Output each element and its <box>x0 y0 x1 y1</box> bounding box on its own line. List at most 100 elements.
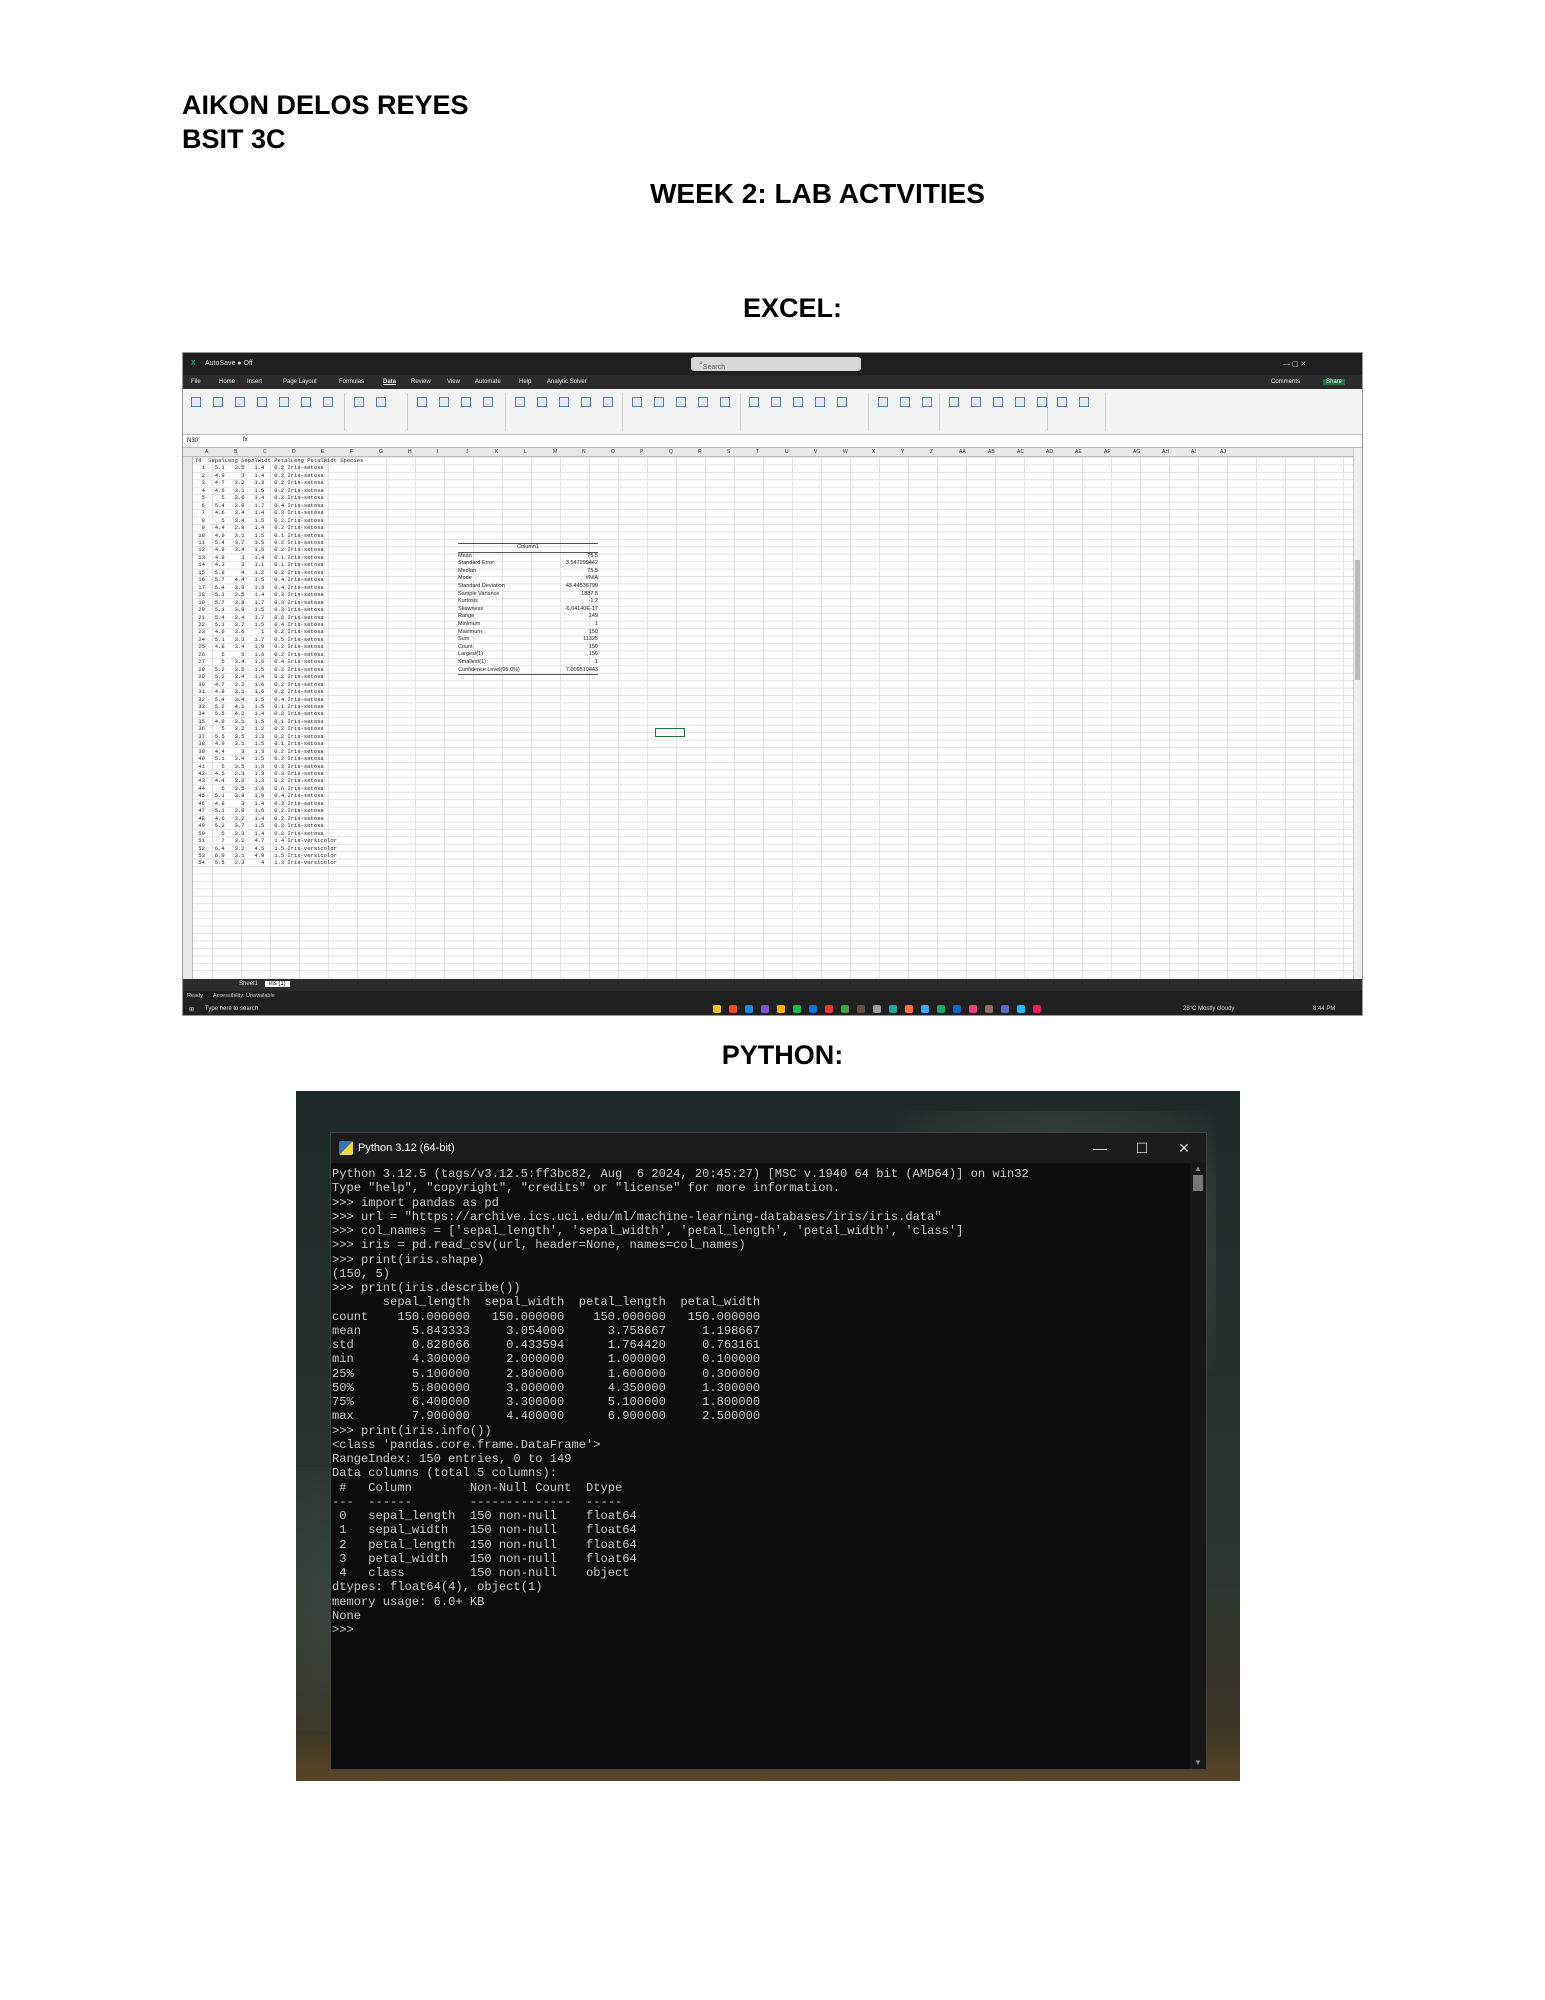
column-header[interactable]: W <box>843 449 848 455</box>
windows-start-icon[interactable]: ⊞ <box>189 1006 194 1013</box>
menu-item-view[interactable]: View <box>447 379 460 385</box>
column-header[interactable]: B <box>234 449 237 455</box>
column-header[interactable]: M <box>553 449 557 455</box>
column-header[interactable]: AG <box>1133 449 1140 455</box>
window-controls[interactable]: — ▢ ✕ <box>1283 360 1306 368</box>
taskbar-app-icon[interactable] <box>953 1005 961 1013</box>
ribbon-command-icon[interactable] <box>949 397 959 407</box>
minimize-button[interactable]: — <box>1080 1136 1120 1160</box>
column-header[interactable]: AA <box>959 449 966 455</box>
column-header[interactable]: D <box>292 449 296 455</box>
menu-item-home[interactable]: Home <box>219 379 235 385</box>
taskbar-app-icon[interactable] <box>761 1005 769 1013</box>
menu-item-file[interactable]: File <box>191 379 201 385</box>
column-header[interactable]: Z <box>930 449 933 455</box>
autosave-toggle[interactable]: AutoSave ● Off <box>205 360 253 367</box>
name-box[interactable]: N30 <box>187 438 198 444</box>
ribbon-command-icon[interactable] <box>603 397 613 407</box>
column-header[interactable]: E <box>321 449 324 455</box>
ribbon-command-icon[interactable] <box>376 397 386 407</box>
column-header[interactable]: I <box>437 449 438 455</box>
ribbon-command-icon[interactable] <box>654 397 664 407</box>
ribbon-command-icon[interactable] <box>559 397 569 407</box>
menu-item-analytic-solver[interactable]: Analytic Solver <box>547 379 587 385</box>
column-header[interactable]: P <box>640 449 643 455</box>
sheet-tab[interactable]: Sheet1 <box>235 981 262 987</box>
column-header[interactable]: AC <box>1017 449 1024 455</box>
column-header[interactable]: K <box>495 449 498 455</box>
menu-item-formulas[interactable]: Formulas <box>339 379 364 385</box>
maximize-button[interactable]: ☐ <box>1122 1136 1162 1160</box>
ribbon-command-icon[interactable] <box>439 397 449 407</box>
comments-button[interactable]: Comments <box>1271 379 1300 385</box>
scroll-thumb[interactable] <box>1355 560 1360 680</box>
taskbar-app-icon[interactable] <box>921 1005 929 1013</box>
scroll-up-icon[interactable]: ▲ <box>1194 1165 1202 1173</box>
taskbar-app-icon[interactable] <box>713 1005 721 1013</box>
taskbar-app-icon[interactable] <box>1017 1005 1025 1013</box>
ribbon-command-icon[interactable] <box>354 397 364 407</box>
ribbon-command-icon[interactable] <box>581 397 591 407</box>
column-header[interactable]: X <box>872 449 875 455</box>
column-header[interactable]: Y <box>901 449 904 455</box>
taskbar-app-icon[interactable] <box>889 1005 897 1013</box>
taskbar-app-icon[interactable] <box>729 1005 737 1013</box>
ribbon-command-icon[interactable] <box>993 397 1003 407</box>
ribbon-command-icon[interactable] <box>537 397 547 407</box>
column-header[interactable]: T <box>756 449 759 455</box>
scroll-down-icon[interactable]: ▼ <box>1194 1759 1202 1767</box>
column-header[interactable]: C <box>263 449 267 455</box>
ribbon-command-icon[interactable] <box>698 397 708 407</box>
taskbar-app-icon[interactable] <box>777 1005 785 1013</box>
ribbon-command-icon[interactable] <box>749 397 759 407</box>
menu-item-help[interactable]: Help <box>519 379 531 385</box>
vertical-scrollbar[interactable] <box>1353 448 1362 979</box>
excel-search-box[interactable]: ⌕ Search <box>691 357 861 371</box>
column-header[interactable]: A <box>205 449 208 455</box>
ribbon-command-icon[interactable] <box>815 397 825 407</box>
column-header[interactable]: H <box>408 449 412 455</box>
menu-item-review[interactable]: Review <box>411 379 431 385</box>
column-header[interactable]: U <box>785 449 789 455</box>
ribbon-command-icon[interactable] <box>900 397 910 407</box>
menu-item-page-layout[interactable]: Page Layout <box>283 379 317 385</box>
taskbar-clock[interactable]: 8:44 PM <box>1313 1006 1335 1012</box>
sheet-tab[interactable]: iris (1) <box>265 981 290 987</box>
ribbon-command-icon[interactable] <box>676 397 686 407</box>
weather-widget[interactable]: 28°C Mostly cloudy <box>1183 1006 1234 1012</box>
menu-item-automate[interactable]: Automate <box>475 379 501 385</box>
taskbar-app-icon[interactable] <box>809 1005 817 1013</box>
taskbar-app-icon[interactable] <box>857 1005 865 1013</box>
ribbon-command-icon[interactable] <box>213 397 223 407</box>
ribbon-command-icon[interactable] <box>971 397 981 407</box>
ribbon-command-icon[interactable] <box>257 397 267 407</box>
taskbar-app-icon[interactable] <box>1001 1005 1009 1013</box>
taskbar-app-icon[interactable] <box>793 1005 801 1013</box>
column-header[interactable]: Q <box>669 449 673 455</box>
ribbon-command-icon[interactable] <box>301 397 311 407</box>
taskbar-app-icon[interactable] <box>905 1005 913 1013</box>
column-header[interactable]: AE <box>1075 449 1082 455</box>
console-scroll-thumb[interactable] <box>1193 1175 1203 1191</box>
taskbar-app-icon[interactable] <box>873 1005 881 1013</box>
column-header[interactable]: N <box>582 449 586 455</box>
ribbon-command-icon[interactable] <box>837 397 847 407</box>
column-header[interactable]: V <box>814 449 817 455</box>
column-header[interactable]: AF <box>1104 449 1110 455</box>
selected-cell[interactable] <box>655 728 685 737</box>
ribbon-command-icon[interactable] <box>1015 397 1025 407</box>
status-accessibility[interactable]: Accessibility: Unavailable <box>213 993 275 999</box>
ribbon-command-icon[interactable] <box>279 397 289 407</box>
taskbar-app-icon[interactable] <box>825 1005 833 1013</box>
taskbar-app-icon[interactable] <box>745 1005 753 1013</box>
taskbar-app-icon[interactable] <box>969 1005 977 1013</box>
column-header[interactable]: L <box>524 449 527 455</box>
column-header[interactable]: AB <box>988 449 995 455</box>
taskbar-app-icon[interactable] <box>985 1005 993 1013</box>
ribbon-command-icon[interactable] <box>191 397 201 407</box>
ribbon-command-icon[interactable] <box>878 397 888 407</box>
ribbon-command-icon[interactable] <box>515 397 525 407</box>
ribbon-command-icon[interactable] <box>461 397 471 407</box>
ribbon-command-icon[interactable] <box>417 397 427 407</box>
column-header[interactable]: G <box>379 449 383 455</box>
